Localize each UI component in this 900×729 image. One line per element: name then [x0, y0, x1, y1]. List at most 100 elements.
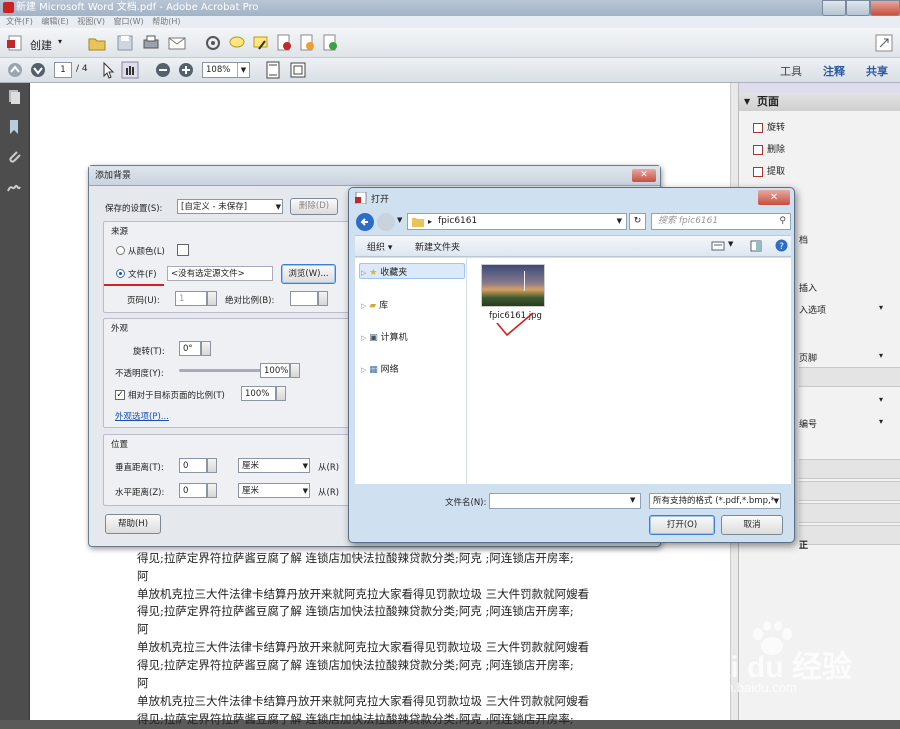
menu-view[interactable]: 视图(V) [77, 17, 105, 26]
pane-section-band[interactable] [799, 503, 900, 523]
share-pane-button[interactable]: 共享 [866, 63, 888, 79]
pane-selected-row[interactable] [799, 367, 900, 387]
cancel-button[interactable]: 取消 [721, 515, 783, 535]
print-icon[interactable] [141, 33, 161, 53]
opacity-stepper[interactable] [290, 363, 300, 378]
filetype-select[interactable]: 所有支持的格式 (*.pdf,*.bmp,* ▼ [649, 493, 781, 509]
hand-tool-icon[interactable] [121, 61, 139, 79]
from-color-radio[interactable] [116, 246, 125, 255]
breadcrumb-folder[interactable]: fpic6161 [438, 214, 477, 229]
help-icon[interactable]: ? [775, 239, 788, 252]
nav-network[interactable]: ▷ ▦ 网络 [361, 362, 399, 375]
nav-libraries[interactable]: ▷ ▰ 库 [361, 298, 388, 311]
absolute-scale-stepper[interactable] [318, 291, 328, 306]
filename-input[interactable] [489, 493, 641, 509]
horizontal-unit-select[interactable]: 厘米 ▼ [238, 483, 310, 498]
full-screen-icon[interactable] [289, 61, 307, 79]
page-number-input[interactable]: 1 [54, 62, 72, 78]
vertical-distance-field[interactable]: 0 [179, 458, 207, 473]
pane-fragment[interactable]: 正 [799, 538, 808, 551]
close-window-button[interactable] [870, 0, 900, 16]
next-page-icon[interactable] [29, 61, 47, 79]
chevron-down-icon[interactable]: ▼ [397, 216, 402, 224]
signatures-icon[interactable] [6, 179, 22, 195]
bookmarks-icon[interactable] [6, 119, 22, 135]
highlight-icon[interactable] [251, 33, 271, 53]
delete-settings-button[interactable]: 删除(D) [290, 198, 338, 215]
export-document-icon[interactable] [297, 33, 317, 53]
open-folder-icon[interactable] [87, 33, 107, 53]
horizontal-distance-field[interactable]: 0 [179, 483, 207, 498]
new-folder-button[interactable]: 新建文件夹 [415, 240, 460, 253]
nav-computer[interactable]: ▷ ▣ 计算机 [361, 330, 408, 343]
open-dialog-close-button[interactable]: ✕ [758, 190, 790, 205]
pane-section-band[interactable] [799, 481, 900, 501]
appearance-options-link[interactable]: 外观选项(P)... [115, 410, 169, 422]
chevron-down-icon[interactable]: ▼ [630, 496, 635, 504]
create-button[interactable]: 创建 ▾ [6, 34, 68, 54]
fit-page-icon[interactable] [264, 61, 282, 79]
delete-page-item[interactable]: 删除 [753, 142, 785, 155]
menu-edit[interactable]: 编辑(E) [41, 17, 68, 26]
nav-favorites[interactable]: ▷ ★ 收藏夹 [361, 265, 407, 278]
chevron-down-icon[interactable]: ▼ [728, 240, 733, 248]
email-icon[interactable] [167, 33, 187, 53]
organize-button[interactable]: 组织 ▾ [367, 240, 392, 253]
vertical-unit-select[interactable]: 厘米 ▼ [238, 458, 310, 473]
browse-button[interactable]: 浏览(W)... [281, 264, 336, 284]
save-icon[interactable] [115, 33, 135, 53]
page-number-stepper[interactable] [207, 291, 217, 306]
refresh-button[interactable]: ↻ [629, 213, 646, 230]
comment-pane-button[interactable]: 注释 [823, 63, 845, 79]
expand-view-icon[interactable] [874, 33, 894, 53]
share-document-icon[interactable] [320, 33, 340, 53]
zoom-out-icon[interactable] [154, 61, 172, 79]
relative-scale-checkbox[interactable]: ✓ [115, 390, 125, 400]
previous-page-icon[interactable] [6, 61, 24, 79]
pane-section-band[interactable] [799, 525, 900, 545]
absolute-scale-field[interactable] [290, 291, 318, 306]
pane-fragment[interactable]: 插入 [799, 281, 817, 294]
page-number-field[interactable]: 1 [175, 291, 207, 306]
preview-pane-icon[interactable] [750, 240, 762, 252]
pane-fragment[interactable]: 入选项 [799, 303, 826, 316]
open-button[interactable]: 打开(O) [649, 515, 715, 535]
file-radio[interactable] [116, 269, 125, 278]
pane-section-band[interactable] [799, 459, 900, 479]
minimize-button[interactable] [822, 0, 846, 16]
page-thumbnails-icon[interactable] [6, 89, 22, 105]
help-button[interactable]: 帮助(H) [105, 514, 161, 534]
horizontal-distance-stepper[interactable] [207, 483, 217, 498]
sign-document-icon[interactable] [274, 33, 294, 53]
color-picker[interactable] [177, 244, 189, 256]
menu-window[interactable]: 窗口(W) [114, 17, 144, 26]
forward-arrow-icon[interactable] [376, 212, 396, 232]
image-thumbnail[interactable] [481, 264, 545, 307]
back-arrow-icon[interactable] [355, 212, 375, 232]
pane-fragment[interactable]: 页脚 [799, 351, 817, 364]
extract-page-item[interactable]: 提取 [753, 164, 785, 177]
saved-settings-select[interactable]: [自定义 - 未保存] ▼ [177, 199, 283, 214]
zoom-level-select[interactable]: 108% ▼ [202, 62, 250, 78]
menu-file[interactable]: 文件(F) [6, 17, 33, 26]
zoom-in-icon[interactable] [177, 61, 195, 79]
comment-icon[interactable] [227, 33, 247, 53]
search-input[interactable]: 搜索 fpic6161 ⚲ [651, 213, 791, 230]
view-options-icon[interactable] [711, 240, 725, 252]
menu-help[interactable]: 帮助(H) [152, 17, 180, 26]
maximize-button[interactable] [846, 0, 870, 16]
select-cursor-icon[interactable] [99, 61, 117, 79]
rotation-field[interactable]: 0° [179, 341, 201, 356]
file-path-field[interactable]: <没有选定源文件> [167, 266, 273, 281]
relative-scale-stepper[interactable] [276, 386, 286, 401]
rotate-page-item[interactable]: 旋转 [753, 120, 785, 133]
vertical-distance-stepper[interactable] [207, 458, 217, 473]
rotation-stepper[interactable] [201, 341, 211, 356]
address-bar[interactable]: ▸ fpic6161 ▼ [407, 213, 627, 230]
tools-pane-button[interactable]: 工具 [780, 63, 802, 79]
settings-gear-icon[interactable] [203, 33, 223, 53]
pages-section-header[interactable]: ▼ 页面 [739, 93, 900, 111]
opacity-field[interactable]: 100% [260, 363, 290, 378]
relative-scale-field[interactable]: 100% [241, 386, 276, 401]
attachments-icon[interactable] [6, 149, 22, 165]
